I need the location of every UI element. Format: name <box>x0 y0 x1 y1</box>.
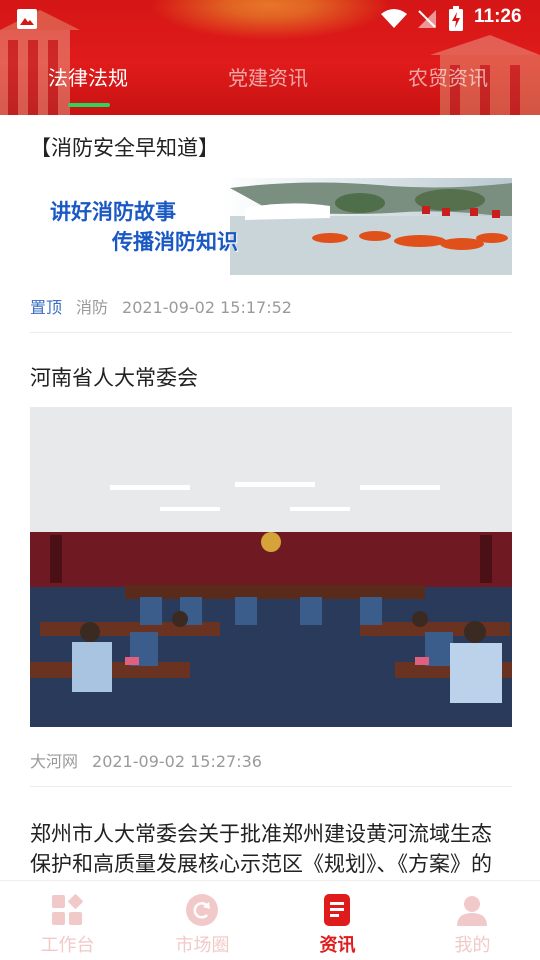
nav-label: 市场圈 <box>175 935 230 956</box>
pinned-badge: 置顶 <box>30 298 63 317</box>
app-header: 11:26 法律法规 党建资讯 农贸资讯 <box>0 0 540 115</box>
article-time: 2021-09-02 15:17:52 <box>122 298 292 317</box>
article-source: 消防 <box>76 298 109 317</box>
banner-scene <box>230 182 512 275</box>
user-icon <box>457 896 487 926</box>
news-icon <box>324 894 350 926</box>
meeting-room-scene <box>30 407 512 727</box>
article-banner-image[interactable]: 讲好消防故事 传播消防知识 <box>30 178 512 275</box>
article-meta: 大河网 2021-09-02 15:27:36 <box>30 748 276 772</box>
nav-workbench[interactable]: 工作台 <box>0 881 135 960</box>
nav-mine[interactable]: 我的 <box>405 881 540 960</box>
article-time: 2021-09-02 15:27:36 <box>92 752 262 771</box>
battery-charging-icon <box>449 6 463 31</box>
refresh-circle-icon <box>186 894 218 926</box>
grid-icon <box>52 894 83 925</box>
divider <box>30 332 512 333</box>
banner-text-line1: 讲好消防故事 <box>50 200 176 224</box>
article-photo-meeting-room[interactable] <box>30 407 512 727</box>
article-title: 郑州市人大常委会关于批准郑州建设黄河流域生态保护和高质量发展核心示范区《规划》、… <box>30 822 492 876</box>
tab-party-news[interactable]: 党建资讯 <box>228 62 308 91</box>
news-feed[interactable]: 【消防安全早知道】 讲好消防故事 传播消防知识 置顶 消防 2021-09-02 1 <box>0 115 540 880</box>
tab-law[interactable]: 法律法规 <box>48 62 128 91</box>
article-item[interactable]: 河南省人大常委会 <box>30 363 512 393</box>
banner-text-line2: 传播消防知识 <box>112 230 238 254</box>
article-item[interactable]: 郑州市人大常委会关于批准郑州建设黄河流域生态保护和高质量发展核心示范区《规划》、… <box>30 819 512 880</box>
category-tabs: 法律法规 党建资讯 农贸资讯 <box>0 62 540 108</box>
article-title: 河南省人大常委会 <box>30 366 198 390</box>
signal-off-icon <box>418 10 436 28</box>
bottom-navigation: 工作台 市场圈 资讯 我的 <box>0 880 540 960</box>
photo-notification-icon <box>17 9 37 29</box>
divider <box>30 786 512 787</box>
status-bar: 11:26 <box>0 0 540 38</box>
nav-label: 资讯 <box>319 935 356 956</box>
active-tab-indicator <box>68 103 110 107</box>
status-time: 11:26 <box>474 6 522 27</box>
wifi-icon <box>381 9 407 28</box>
article-meta: 置顶 消防 2021-09-02 15:17:52 <box>30 294 306 318</box>
nav-market-circle[interactable]: 市场圈 <box>135 881 270 960</box>
article-title: 【消防安全早知道】 <box>30 136 219 160</box>
article-item[interactable]: 【消防安全早知道】 <box>30 133 512 163</box>
nav-label: 我的 <box>454 935 491 956</box>
nav-news[interactable]: 资讯 <box>270 881 405 960</box>
nav-label: 工作台 <box>40 935 95 956</box>
article-source: 大河网 <box>30 752 79 771</box>
tab-agri-trade-news[interactable]: 农贸资讯 <box>408 62 488 91</box>
